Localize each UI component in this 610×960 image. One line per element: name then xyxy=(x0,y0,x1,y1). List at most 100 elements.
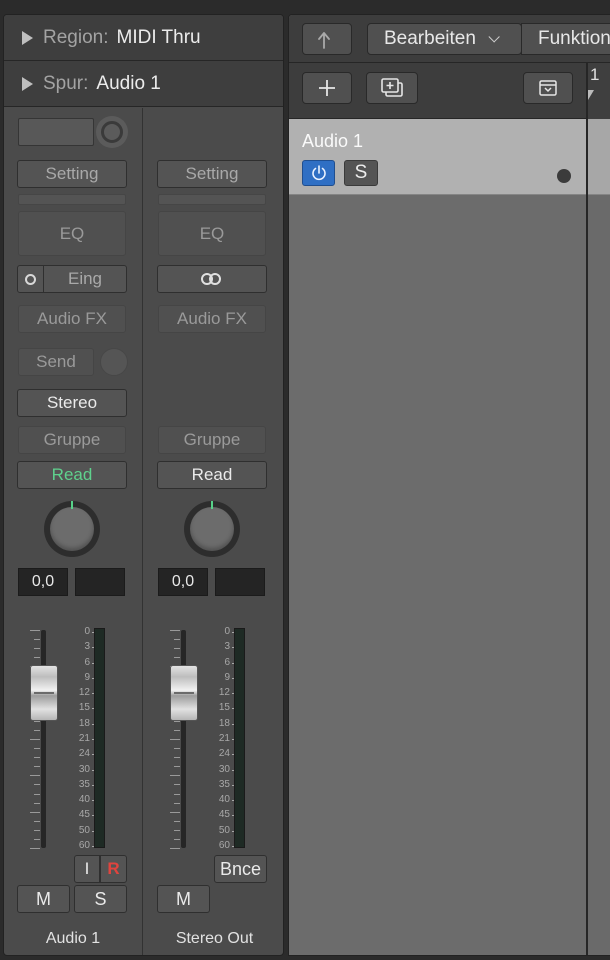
audio-fx-slot[interactable]: Audio FX xyxy=(158,305,266,333)
edit-menu[interactable]: Bearbeiten xyxy=(367,23,522,55)
setting-button[interactable]: Setting xyxy=(17,160,127,188)
back-button[interactable] xyxy=(302,23,352,55)
bounce-button[interactable]: Bnce xyxy=(214,855,267,883)
fader-scale-tick xyxy=(170,848,180,849)
eq-button[interactable]: EQ xyxy=(158,211,266,256)
fader-scale-tick xyxy=(34,639,40,640)
pan-knob[interactable] xyxy=(44,501,100,557)
volume-readout[interactable]: 0,0 xyxy=(18,568,68,596)
region-inspector-header[interactable]: Region: MIDI Thru xyxy=(4,15,283,61)
arrange-area[interactable] xyxy=(588,119,610,955)
fader-scale-tick xyxy=(34,757,40,758)
volume-readout[interactable]: 0,0 xyxy=(158,568,208,596)
fader-scale-tick xyxy=(34,721,40,722)
track-label: Spur: xyxy=(43,72,89,94)
playhead-marker-icon[interactable] xyxy=(588,90,594,100)
track-icon[interactable] xyxy=(96,116,128,148)
meter-scale-label: 24 xyxy=(78,748,90,759)
meter-scale-label: 45 xyxy=(218,809,230,820)
level-meter xyxy=(94,628,105,848)
track-on-off-button[interactable] xyxy=(302,160,335,186)
meter-scale-label: 24 xyxy=(218,748,230,759)
stereo-input-button[interactable] xyxy=(157,265,267,293)
disclosure-triangle-icon[interactable] xyxy=(22,76,33,91)
fader-scale-tick xyxy=(34,794,40,795)
meter-scale-label: 18 xyxy=(78,718,90,729)
meter-scale-label: 12 xyxy=(78,687,90,698)
volume-fader-cap[interactable] xyxy=(30,665,58,721)
track-name[interactable]: Audio 1 xyxy=(302,131,363,152)
track-inspector-header[interactable]: Spur: Audio 1 xyxy=(4,61,283,107)
automation-mode-button[interactable]: Read xyxy=(157,461,267,489)
meter-scale-label: 6 xyxy=(84,657,90,668)
meter-scale-label: 30 xyxy=(218,764,230,775)
meter-scale-label: 40 xyxy=(218,794,230,805)
duplicate-track-button[interactable] xyxy=(366,72,418,104)
fader-scale-tick xyxy=(174,830,180,831)
filter-icon xyxy=(539,80,557,96)
send-slot[interactable]: Send xyxy=(18,348,94,376)
meter-scale-label: 60 xyxy=(78,840,90,851)
meter-scale-label: 3 xyxy=(224,641,230,652)
input-level-slot[interactable] xyxy=(18,118,94,146)
mute-button[interactable]: M xyxy=(157,885,210,913)
fader-scale-tick xyxy=(174,839,180,840)
meter-scale-label: 12 xyxy=(218,687,230,698)
meter-scale-label: 35 xyxy=(78,779,90,790)
setting-button[interactable]: Setting xyxy=(157,160,267,188)
group-slot[interactable]: Gruppe xyxy=(158,426,266,454)
eq-button[interactable]: EQ xyxy=(18,211,126,256)
automation-mode-button[interactable]: Read xyxy=(17,461,127,489)
meter-scale-label: 50 xyxy=(218,825,230,836)
fader-scale xyxy=(166,630,180,849)
track-header-audio-1[interactable]: Audio 1 S xyxy=(289,119,587,195)
group-slot[interactable]: Gruppe xyxy=(18,426,126,454)
functions-menu[interactable]: Funktionen xyxy=(521,23,610,55)
fader-scale-tick xyxy=(30,739,40,740)
fader-scale-tick xyxy=(170,775,180,776)
strip-name-audio-1[interactable]: Audio 1 xyxy=(4,930,142,948)
functions-menu-label: Funktionen xyxy=(538,28,610,49)
meter-scale-label: 6 xyxy=(224,657,230,668)
pan-knob[interactable] xyxy=(184,501,240,557)
power-icon xyxy=(311,165,326,181)
tracks-area: Bearbeiten Funktionen Audio xyxy=(288,14,610,956)
fader-scale-tick xyxy=(170,739,180,740)
fader-scale-tick xyxy=(174,794,180,795)
filter-button[interactable] xyxy=(523,72,573,104)
send-knob[interactable] xyxy=(100,348,128,376)
track-header-toolbar xyxy=(289,63,587,119)
input-slot[interactable]: Eing xyxy=(17,265,127,293)
input-monitor-button[interactable]: I xyxy=(74,855,100,883)
fader-scale-tick xyxy=(30,630,40,631)
back-arrow-icon xyxy=(318,32,330,49)
fader-scale-tick xyxy=(174,648,180,649)
fader-scale-tick xyxy=(174,721,180,722)
solo-button[interactable]: S xyxy=(74,885,127,913)
meter-scale-label: 15 xyxy=(78,702,90,713)
bar-ruler[interactable]: 1 xyxy=(588,63,610,119)
meter-scale-label: 60 xyxy=(218,840,230,851)
fader-scale-tick xyxy=(170,812,180,813)
strip-name-stereo-out[interactable]: Stereo Out xyxy=(144,930,283,948)
tracks-toolbar: Bearbeiten Funktionen xyxy=(289,15,610,63)
volume-fader-cap[interactable] xyxy=(170,665,198,721)
audio-fx-slot[interactable]: Audio FX xyxy=(18,305,126,333)
arrange-lane-audio-1[interactable] xyxy=(588,119,610,195)
track-solo-button[interactable]: S xyxy=(344,160,378,186)
fader-scale-tick xyxy=(174,757,180,758)
inspector-panel: Region: MIDI Thru Spur: Audio 1 Setting … xyxy=(3,14,284,956)
record-enable-button[interactable]: R xyxy=(100,855,127,883)
fader-scale-tick xyxy=(34,839,40,840)
volume-fader-track[interactable] xyxy=(41,630,46,848)
fader-scale-tick xyxy=(174,821,180,822)
output-slot[interactable]: Stereo xyxy=(17,389,127,417)
disclosure-triangle-icon[interactable] xyxy=(22,30,33,45)
record-arm-dot[interactable] xyxy=(557,169,571,183)
volume-fader-track[interactable] xyxy=(181,630,186,848)
level-meter xyxy=(234,628,245,848)
chevron-down-icon xyxy=(488,31,500,43)
fader-scale-tick xyxy=(174,639,180,640)
mute-button[interactable]: M xyxy=(17,885,70,913)
add-track-button[interactable] xyxy=(302,72,352,104)
